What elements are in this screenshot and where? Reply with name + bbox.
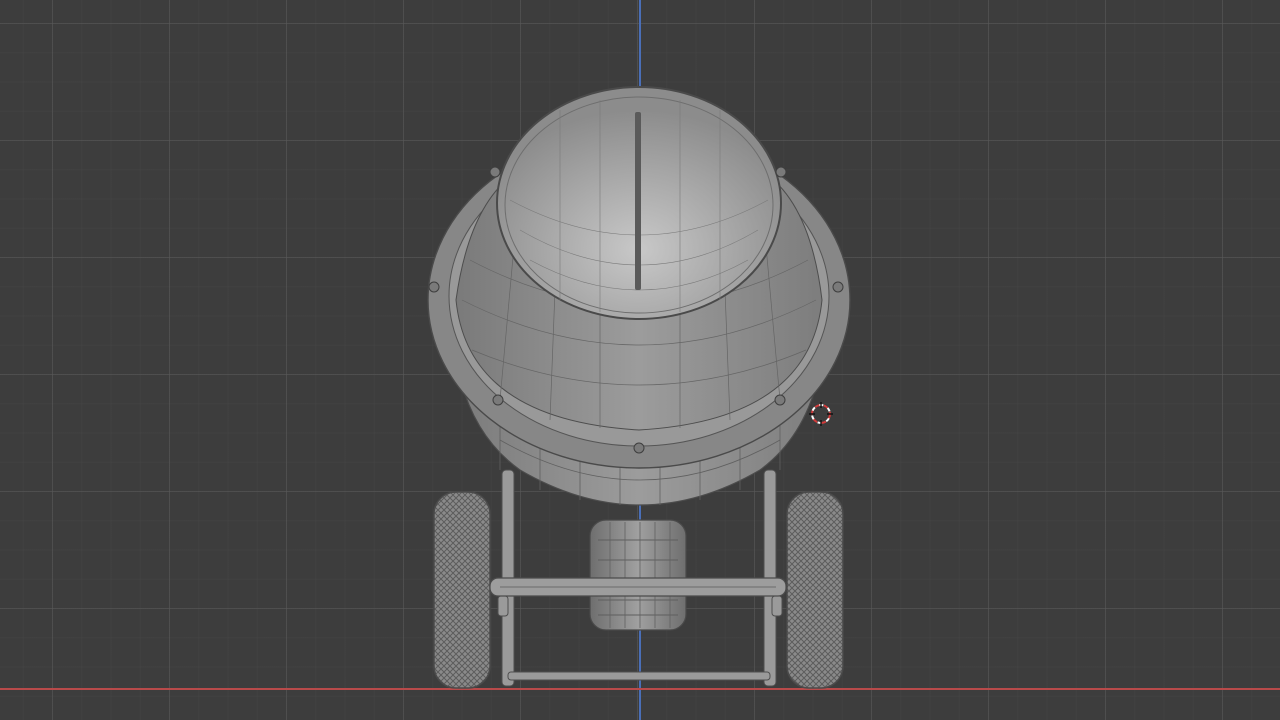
mixing-blade <box>635 112 641 290</box>
3d-cursor-icon[interactable] <box>809 402 833 426</box>
axle[interactable] <box>489 577 787 597</box>
motor[interactable] <box>589 519 687 631</box>
left-wheel[interactable] <box>433 491 491 689</box>
right-wheel[interactable] <box>786 491 844 689</box>
3d-viewport[interactable] <box>0 0 1280 720</box>
concrete-mixer-model[interactable] <box>0 0 1280 720</box>
drum-opening[interactable] <box>496 86 782 320</box>
